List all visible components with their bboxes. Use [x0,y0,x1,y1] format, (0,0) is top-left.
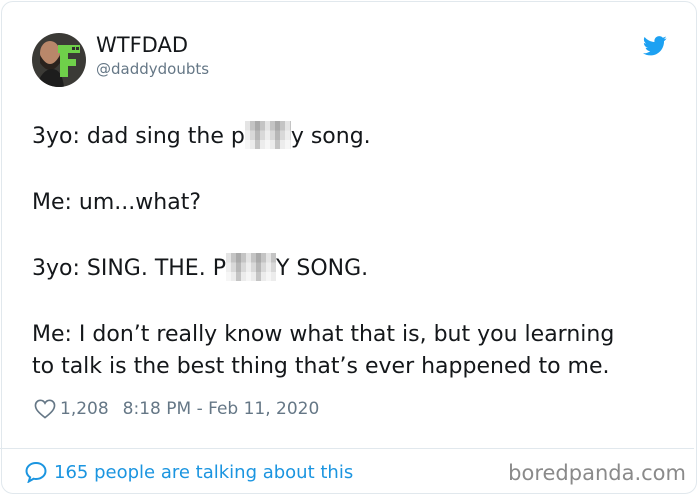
avatar-photo-with-green-f-icon [32,33,86,87]
tweet-line-3: 3yo: SING. THE. P Y SONG. [32,253,368,285]
author-handle[interactable]: @daddydoubts [96,59,209,79]
tweet-line-1: 3yo: dad sing the p y song. [32,121,371,153]
speech-bubble-icon [25,461,47,483]
tweet-meta: 1,208 8:18 PM - Feb 11, 2020 [34,397,319,421]
boredpanda-watermark: boredpanda.com [508,461,686,485]
heart-icon[interactable] [34,399,56,419]
footer-divider [0,448,694,449]
conversation-label: 165 people are talking about this [54,461,354,483]
tweet-line-5: to talk is the best thing that’s ever ha… [32,354,610,379]
censor-pixel-block [244,121,291,149]
tweet-timestamp[interactable]: 8:18 PM - Feb 11, 2020 [123,399,320,419]
author-display-name[interactable]: WTFDAD [96,32,188,58]
twitter-bird-icon[interactable] [643,36,667,56]
tweet-text-segment: 3yo: dad sing the p [32,124,245,149]
censor-pixel-block [225,253,276,281]
tweet-text-segment: y song. [290,124,371,149]
like-count[interactable]: 1,208 [60,399,109,419]
tweet-line-2: Me: um...what? [32,190,201,215]
tweet-text-segment: Y SONG. [275,256,369,281]
conversation-link[interactable]: 165 people are talking about this [24,459,353,485]
tweet-text-segment: 3yo: SING. THE. P [32,256,226,281]
tweet-line-4: Me: I don’t really know what that is, bu… [32,322,615,347]
author-avatar[interactable] [32,33,86,87]
